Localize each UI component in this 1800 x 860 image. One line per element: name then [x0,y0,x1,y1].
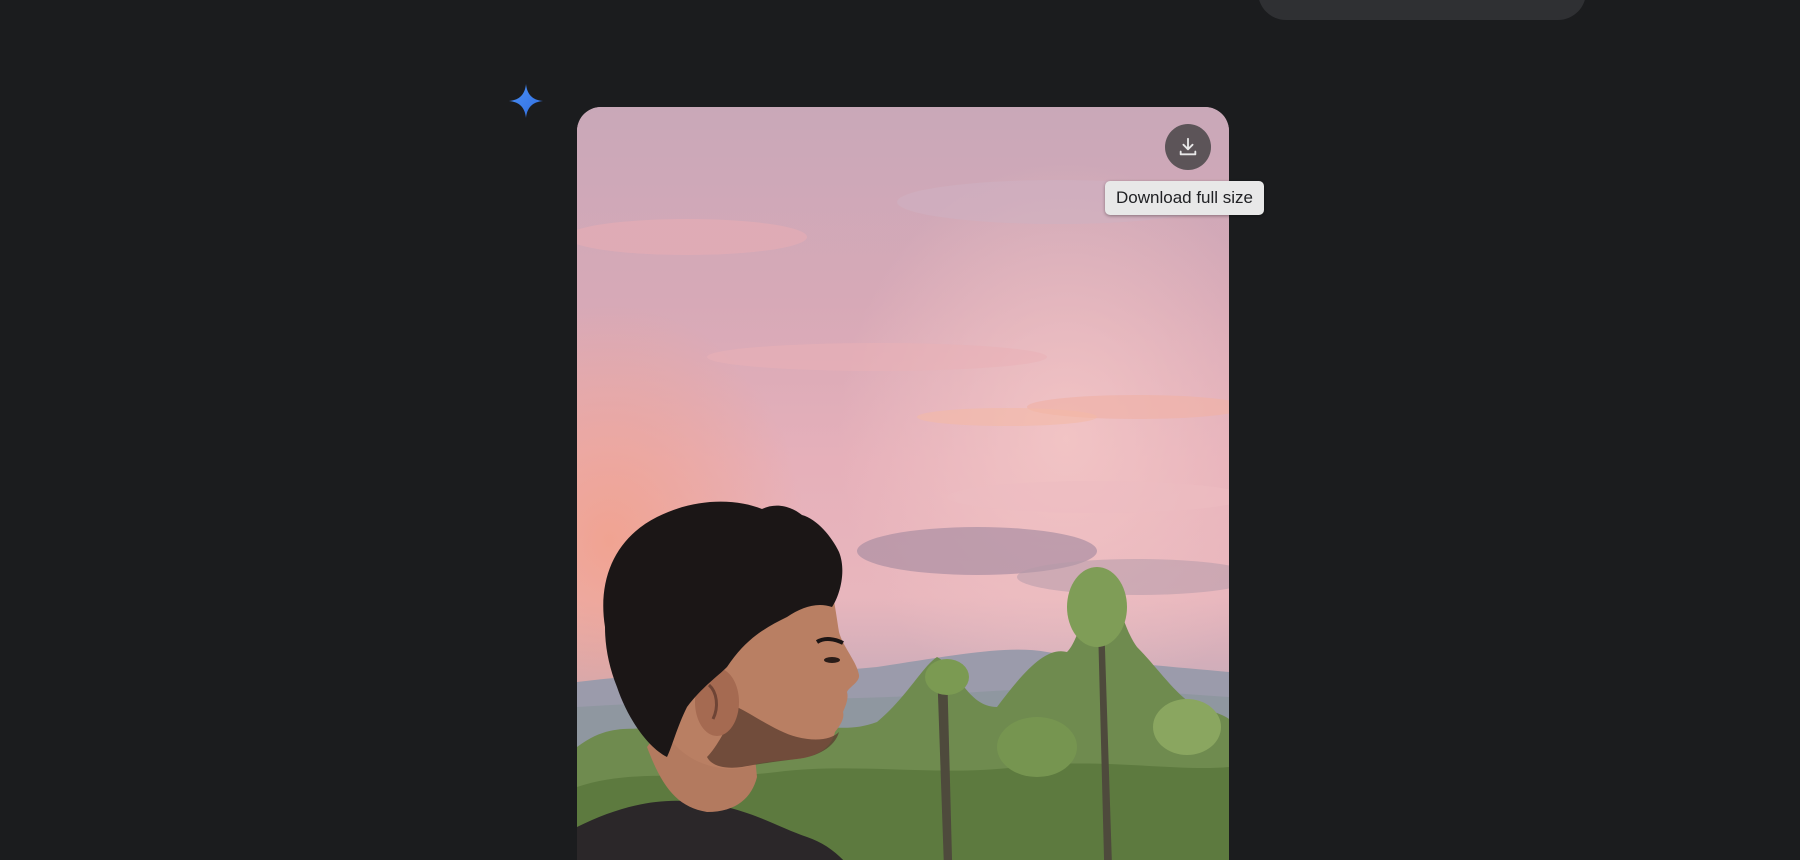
download-tooltip: Download full size [1105,181,1265,215]
portrait-photo [577,107,1229,860]
generated-image-card[interactable] [577,107,1229,860]
gemini-sparkle-icon [508,83,544,119]
chat-page: Download full size [0,0,1800,860]
download-icon [1179,137,1197,156]
download-button[interactable] [1165,124,1211,170]
user-prompt-bubble [1258,0,1586,20]
